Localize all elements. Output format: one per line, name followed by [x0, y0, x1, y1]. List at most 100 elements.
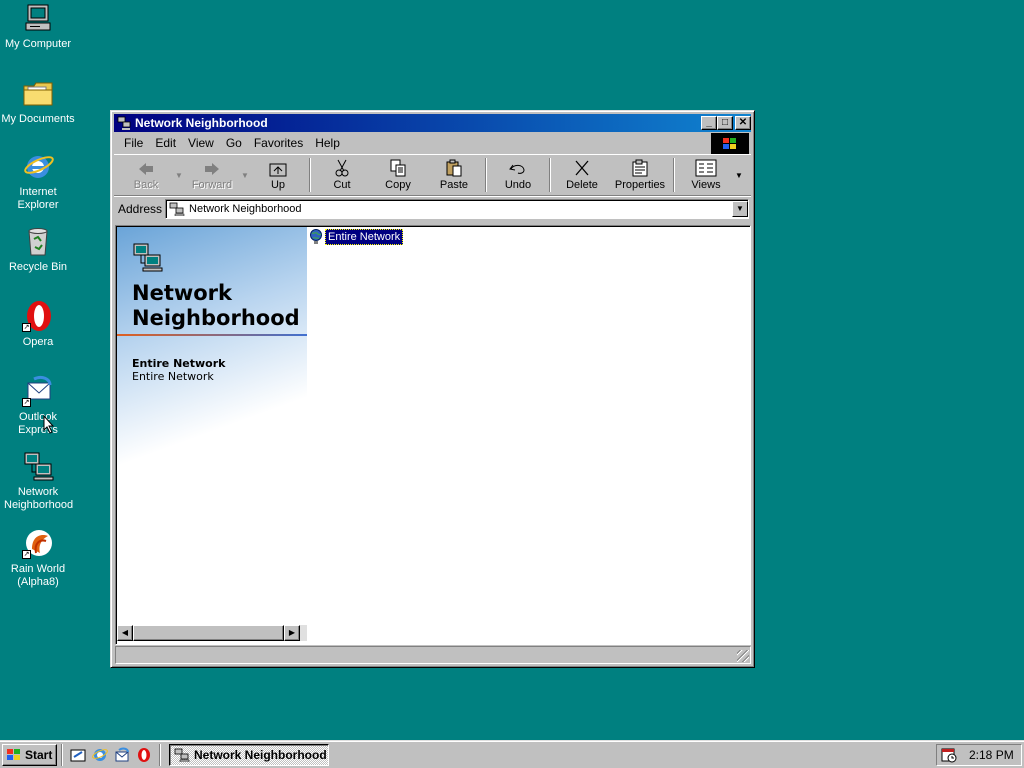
delete-x-icon	[575, 160, 589, 176]
scheduler-icon	[941, 748, 957, 763]
maximize-button[interactable]: □	[717, 116, 733, 130]
desktop-icon-label: Opera	[22, 336, 54, 348]
desktop-icon-recycle-bin[interactable]: Recycle Bin	[0, 225, 76, 274]
undo-button[interactable]: Undo	[490, 155, 546, 195]
up-button[interactable]: Up	[250, 155, 306, 195]
file-item-label: Entire Network	[325, 229, 404, 245]
horizontal-scrollbar[interactable]: ◀ ▶	[117, 625, 307, 641]
views-icon	[695, 159, 717, 177]
desktop-icon-network-neighborhood[interactable]: Network Neighborhood	[0, 450, 76, 512]
title-bar[interactable]: Network Neighborhood _ □ ✕	[114, 114, 751, 132]
quicklaunch-opera[interactable]	[133, 744, 155, 766]
ie-icon	[92, 748, 108, 761]
shortcut-arrow-icon: ↗	[22, 398, 31, 407]
paste-icon	[446, 159, 462, 177]
back-label: Back	[133, 179, 159, 191]
desktop-icon-label: Recycle Bin	[8, 261, 68, 273]
globe-icon	[310, 229, 322, 244]
recycle-bin-icon	[22, 225, 54, 257]
scroll-thumb[interactable]	[133, 625, 284, 641]
desktop-icon-internet-explorer[interactable]: Internet Explorer	[0, 150, 76, 212]
forward-dropdown[interactable]: ▼	[240, 155, 250, 195]
back-button[interactable]: Back	[118, 155, 174, 195]
back-dropdown[interactable]: ▼	[174, 155, 184, 195]
scroll-right-button[interactable]: ▶	[284, 625, 300, 641]
close-button[interactable]: ✕	[735, 116, 751, 130]
address-field[interactable]: Network Neighborhood ▼	[165, 198, 749, 219]
shortcut-arrow-icon: ↗	[22, 550, 31, 559]
mouse-cursor-icon	[43, 415, 55, 434]
forward-label: Forward	[191, 179, 233, 191]
start-button[interactable]: Start	[2, 743, 57, 766]
toolbar-separator	[549, 158, 551, 192]
windows-logo-icon	[7, 748, 20, 760]
forward-button[interactable]: Forward	[184, 155, 240, 195]
start-label: Start	[25, 747, 53, 762]
properties-button[interactable]: Properties	[610, 155, 670, 195]
menu-edit[interactable]: Edit	[149, 136, 182, 150]
address-bar: Address Network Neighborhood ▼	[114, 196, 751, 220]
menu-help[interactable]: Help	[309, 136, 346, 150]
shortcut-arrow-icon: ↗	[22, 323, 31, 332]
file-item-entire-network[interactable]: Entire Network	[309, 229, 404, 245]
selected-item-title: Entire Network	[132, 357, 226, 370]
status-bar	[115, 646, 751, 664]
delete-label: Delete	[566, 179, 598, 191]
folder-icon	[22, 77, 54, 109]
outlook-express-icon	[115, 747, 129, 761]
toolbar-separator	[309, 158, 311, 192]
up-folder-icon	[269, 163, 287, 177]
copy-button[interactable]: Copy	[370, 155, 426, 195]
window-title: Network Neighborhood	[135, 116, 268, 130]
network-icon	[131, 241, 163, 273]
copy-label: Copy	[385, 179, 411, 191]
desktop-icon-label: My Computer	[4, 38, 72, 50]
properties-icon	[632, 159, 648, 177]
address-value: Network Neighborhood	[189, 202, 302, 215]
outlook-express-icon: ↗	[22, 375, 54, 407]
show-desktop-icon	[70, 749, 86, 761]
desktop-icon-outlook-express[interactable]: ↗ Outlook Express	[0, 375, 76, 437]
menu-view[interactable]: View	[182, 136, 220, 150]
cut-label: Cut	[333, 179, 351, 191]
desktop-icon-label: My Documents	[1, 113, 75, 125]
desktop-icon-rain-world[interactable]: ↗ Rain World (Alpha8)	[0, 527, 76, 589]
desktop-icon-my-documents[interactable]: My Documents	[0, 77, 76, 126]
copy-icon	[390, 159, 406, 177]
quicklaunch-outlook-express[interactable]	[111, 744, 133, 766]
address-dropdown-button[interactable]: ▼	[732, 200, 748, 217]
views-label: Views	[691, 179, 721, 191]
desktop-icon-opera[interactable]: ↗ Opera	[0, 300, 76, 349]
menu-favorites[interactable]: Favorites	[248, 136, 309, 150]
clock[interactable]: 2:18 PM	[969, 748, 1014, 762]
paste-button[interactable]: Paste	[426, 155, 482, 195]
menu-file[interactable]: File	[118, 136, 149, 150]
quicklaunch-internet-explorer[interactable]	[89, 744, 111, 766]
toolbar-separator	[485, 158, 487, 192]
desktop-icon-label: Internet Explorer	[17, 186, 59, 211]
views-dropdown[interactable]: ▼	[734, 155, 744, 195]
standard-toolbar: Back ▼ Forward ▼ Up Cut Copy Paste Undo	[114, 154, 751, 196]
task-label: Network Neighborhood	[194, 747, 327, 762]
ie-icon	[22, 150, 54, 182]
delete-button[interactable]: Delete	[554, 155, 610, 195]
folder-heading: Network Neighborhood	[132, 281, 300, 330]
quicklaunch-show-desktop[interactable]	[67, 744, 89, 766]
system-tray: 2:18 PM	[936, 744, 1022, 766]
web-view-panel: Network Neighborhood Entire Network Enti…	[117, 227, 307, 637]
minimize-button[interactable]: _	[701, 116, 717, 130]
taskbar: Start Network Neighborhood 2:18 PM	[0, 740, 1024, 768]
folder-content[interactable]: Network Neighborhood Entire Network Enti…	[115, 225, 751, 645]
network-icon	[117, 116, 131, 130]
resize-grip[interactable]	[737, 650, 749, 662]
desktop-icon-my-computer[interactable]: My Computer	[0, 2, 76, 51]
cut-button[interactable]: Cut	[314, 155, 370, 195]
views-button[interactable]: Views	[678, 155, 734, 195]
computer-icon	[22, 2, 54, 34]
desktop-icon-label: Rain World (Alpha8)	[10, 563, 66, 588]
heading-divider	[117, 334, 307, 336]
scroll-left-button[interactable]: ◀	[117, 625, 133, 641]
desktop-icon-label: Network Neighborhood	[4, 486, 74, 511]
menu-go[interactable]: Go	[220, 136, 248, 150]
taskbar-button-network-neighborhood[interactable]: Network Neighborhood	[169, 743, 329, 766]
